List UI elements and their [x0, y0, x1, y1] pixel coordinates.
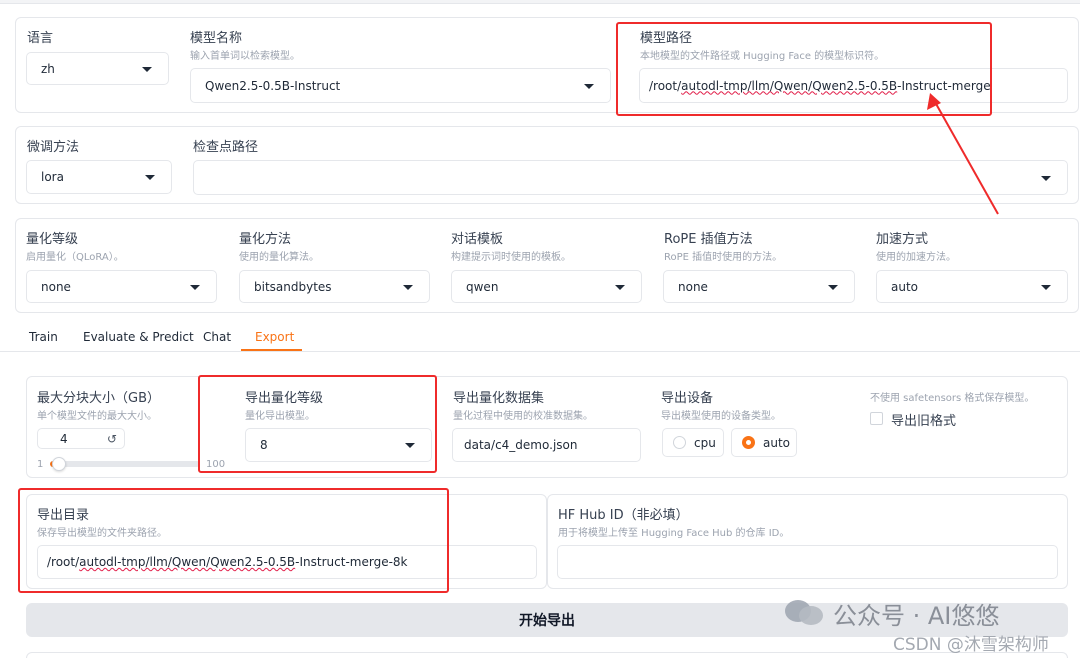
model-name-hint: 输入首单词以检索模型。: [190, 51, 300, 62]
accel-select[interactable]: auto: [876, 270, 1068, 303]
annotation-box-export-dir: [18, 488, 449, 593]
shard-slider-thumb[interactable]: [51, 457, 66, 471]
quant-method-select[interactable]: bitsandbytes: [239, 270, 430, 303]
quant-dataset-value: data/c4_demo.json: [464, 438, 578, 452]
wechat-logo-icon: [785, 598, 825, 626]
radio-cpu[interactable]: [673, 436, 686, 449]
language-value: zh: [41, 61, 55, 76]
rope-hint: RoPE 插值时使用的方法。: [664, 252, 783, 263]
top-border: [0, 0, 1080, 4]
chevron-down-icon: [142, 66, 152, 72]
device-label: 导出设备: [661, 391, 714, 406]
legacy-label: 导出旧格式: [891, 414, 957, 429]
watermark-csdn: CSDN @沐雪架构师: [893, 635, 1049, 655]
chevron-down-icon: [145, 175, 155, 180]
tab-train[interactable]: Train: [29, 330, 58, 344]
quant-method-value: bitsandbytes: [254, 279, 332, 294]
chevron-down-icon: [1041, 284, 1051, 290]
tab-export[interactable]: Export: [255, 330, 294, 344]
checkpoint-select[interactable]: [193, 160, 1068, 195]
language-label: 语言: [27, 31, 54, 46]
quant-level-value: none: [41, 279, 71, 294]
rope-label: RoPE 插值方法: [664, 232, 753, 247]
checkpoint-label: 检查点路径: [193, 140, 259, 155]
chevron-down-icon: [403, 284, 413, 290]
radio-auto[interactable]: [742, 436, 755, 449]
shard-label: 最大分块大小（GB）: [37, 391, 160, 406]
annotation-box-quant-bit: [198, 375, 437, 473]
annotation-box-model-path: [616, 22, 992, 116]
template-value: qwen: [466, 279, 499, 294]
chevron-down-icon: [615, 284, 625, 290]
template-select[interactable]: qwen: [451, 270, 642, 303]
tab-underline: [0, 351, 1080, 352]
shard-min: 1: [37, 459, 44, 470]
finetune-value: lora: [41, 170, 64, 184]
watermark-wechat: 公众号 · AI悠悠: [833, 602, 1000, 630]
quant-method-hint: 使用的量化算法。: [239, 252, 319, 263]
tab-evaluate[interactable]: Evaluate & Predict: [83, 330, 194, 344]
model-name-select[interactable]: Qwen2.5-0.5B-Instruct: [190, 68, 611, 103]
device-option-cpu[interactable]: cpu: [662, 428, 724, 457]
legacy-checkbox[interactable]: [870, 412, 883, 425]
shard-hint: 单个模型文件的最大大小。: [37, 411, 157, 422]
finetune-select[interactable]: lora: [26, 160, 172, 194]
hub-input[interactable]: [557, 545, 1058, 579]
quant-dataset-label: 导出量化数据集: [453, 391, 545, 406]
shard-input[interactable]: 4 ↺: [37, 428, 125, 449]
accel-hint: 使用的加速方法。: [876, 252, 956, 263]
accel-value: auto: [891, 279, 919, 294]
tab-export-indicator: [241, 349, 302, 351]
model-name-value: Qwen2.5-0.5B-Instruct: [205, 78, 341, 93]
legacy-hint: 不使用 safetensors 格式保存模型。: [870, 393, 1035, 404]
accel-label: 加速方式: [876, 232, 929, 247]
finetune-label: 微调方法: [27, 140, 80, 155]
template-label: 对话模板: [451, 232, 504, 247]
quant-dataset-input[interactable]: data/c4_demo.json: [452, 428, 641, 462]
hub-hint: 用于将模型上传至 Hugging Face Hub 的仓库 ID。: [558, 528, 790, 539]
rope-value: none: [678, 279, 708, 294]
chevron-down-icon: [190, 284, 200, 290]
device-option-auto[interactable]: auto: [731, 428, 797, 457]
chevron-down-icon: [1041, 175, 1051, 181]
device-cpu-label: cpu: [694, 435, 716, 450]
quant-method-label: 量化方法: [239, 232, 292, 247]
quant-level-hint: 启用量化（QLoRA）。: [26, 252, 124, 263]
quant-level-label: 量化等级: [26, 232, 79, 247]
shard-value: 4: [60, 431, 68, 446]
reset-icon[interactable]: ↺: [107, 432, 117, 446]
tab-chat[interactable]: Chat: [203, 330, 231, 344]
quant-level-select[interactable]: none: [26, 270, 217, 303]
quant-dataset-hint: 量化过程中使用的校准数据集。: [453, 411, 593, 422]
chevron-down-icon: [584, 83, 594, 89]
chevron-down-icon: [828, 284, 838, 290]
model-name-label: 模型名称: [190, 31, 243, 46]
hub-label: HF Hub ID（非必填）: [558, 508, 689, 523]
device-hint: 导出模型使用的设备类型。: [661, 411, 781, 422]
template-hint: 构建提示词时使用的模板。: [451, 252, 571, 263]
shard-slider-track[interactable]: [50, 457, 200, 471]
rope-select[interactable]: none: [663, 270, 855, 303]
language-select[interactable]: zh: [26, 52, 169, 85]
device-auto-label: auto: [763, 435, 791, 450]
